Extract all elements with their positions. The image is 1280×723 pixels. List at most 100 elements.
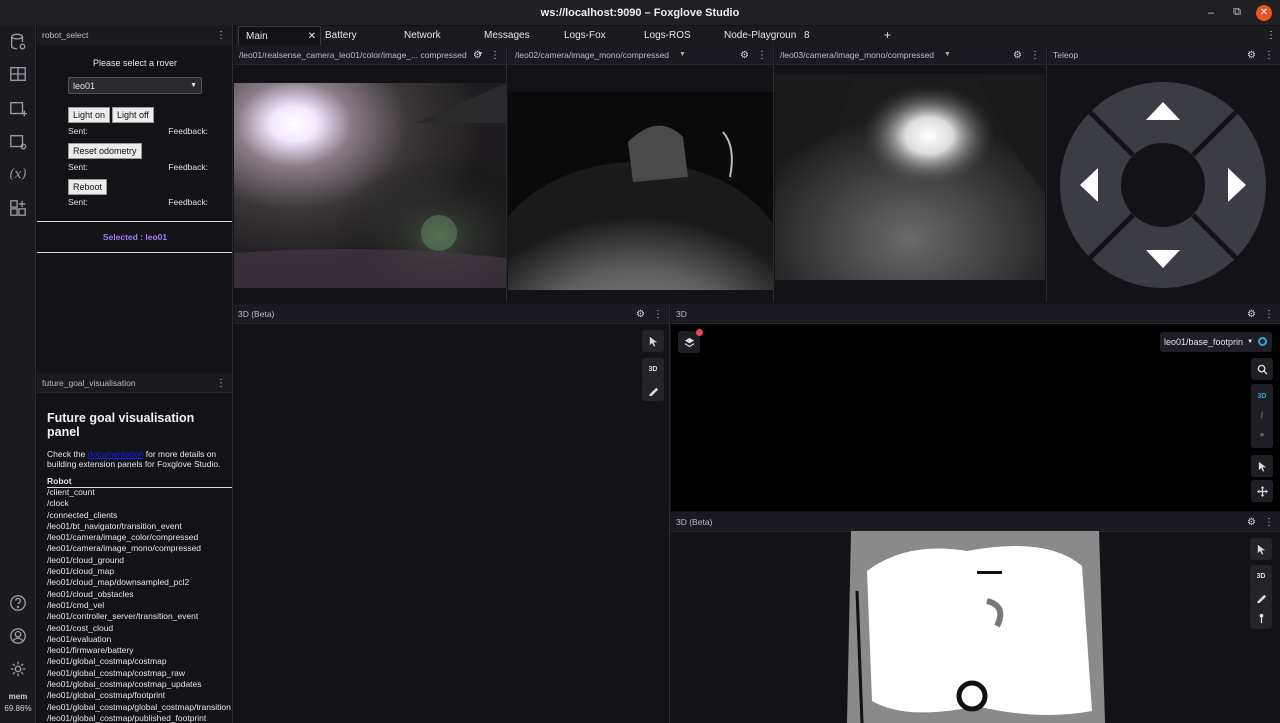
- tab-logs-fox[interactable]: Logs-Fox: [564, 26, 606, 45]
- more-icon[interactable]: ⋮: [757, 50, 767, 61]
- ruler-icon: [1256, 594, 1266, 603]
- tab-network[interactable]: Network: [404, 26, 441, 45]
- tab-main[interactable]: Main ✕: [238, 26, 321, 45]
- panel-title-bar: future_goal_visualisation ⋮: [37, 373, 232, 393]
- more-icon[interactable]: ⋮: [1264, 309, 1274, 320]
- future-goal-panel: future_goal_visualisation ⋮ Future goal …: [37, 373, 233, 723]
- topic-label[interactable]: /leo02/camera/image_mono/compressed: [515, 50, 669, 60]
- more-icon[interactable]: ⋮: [1030, 50, 1040, 61]
- 3d-toggle-button[interactable]: 3D: [1258, 393, 1267, 400]
- settings-gear-icon[interactable]: [8, 659, 28, 679]
- tab-label: Main: [246, 31, 268, 42]
- topic-list-item: /clock: [47, 498, 69, 509]
- more-icon[interactable]: ⋮: [653, 309, 663, 320]
- select-tool-button[interactable]: [642, 330, 664, 352]
- layouts-icon[interactable]: [8, 64, 28, 84]
- settings-icon[interactable]: ⚙: [1247, 517, 1256, 528]
- sent-label: Sent:: [68, 126, 88, 136]
- notification-dot: [696, 329, 703, 336]
- tab-messages[interactable]: Messages: [484, 26, 530, 45]
- variables-icon[interactable]: (x): [8, 164, 28, 184]
- add-tab-button[interactable]: +: [884, 26, 891, 45]
- settings-icon[interactable]: ⚙: [473, 50, 482, 61]
- more-icon[interactable]: ⋮: [216, 30, 226, 41]
- add-panel-icon[interactable]: [8, 99, 28, 119]
- robot-select-panel: robot_select ⋮ Please select a rover leo…: [37, 25, 233, 373]
- panel-title: 3D: [676, 308, 687, 319]
- ruler-icon[interactable]: /: [1261, 410, 1264, 420]
- help-icon[interactable]: [8, 593, 28, 613]
- close-window-button[interactable]: ✕: [1256, 4, 1272, 21]
- settings-icon[interactable]: ⚙: [636, 309, 645, 320]
- topic-list-item: /leo01/controller_server/transition_even…: [47, 611, 199, 622]
- search-button[interactable]: [1251, 358, 1273, 380]
- topic-list-item: /leo01/global_costmap/published_footprin…: [47, 712, 207, 723]
- panel-settings-icon[interactable]: [8, 132, 28, 152]
- reset-odometry-button[interactable]: Reset odometry: [68, 143, 142, 159]
- minimize-button[interactable]: –: [1204, 7, 1218, 19]
- panel-title: future_goal_visualisation: [42, 377, 136, 388]
- 3d-toggle-button[interactable]: 3D: [642, 358, 664, 380]
- 3d-toggle-button[interactable]: 3D: [1250, 565, 1272, 587]
- topic-list-item: /leo01/cloud_ground: [47, 554, 125, 565]
- topic-label[interactable]: /leo01/realsense_camera_leo01/color/imag…: [239, 50, 467, 60]
- chevron-down-icon: ▼: [1247, 339, 1254, 345]
- settings-icon[interactable]: ⚙: [1013, 50, 1022, 61]
- chevron-down-icon: ▼: [190, 82, 197, 89]
- chevron-down-icon[interactable]: ▼: [679, 51, 686, 58]
- panel-title-bar: 3D ⚙ ⋮: [671, 304, 1280, 324]
- frame-select[interactable]: leo01/base_footprin ▼: [1160, 332, 1272, 352]
- account-icon[interactable]: [8, 626, 28, 646]
- topic-list-item: /leo01/global_costmap/costmap: [47, 656, 167, 667]
- feedback-label: Feedback:: [168, 162, 208, 172]
- ruler-icon: [648, 387, 658, 396]
- light-off-button[interactable]: Light off: [112, 107, 154, 123]
- tab-battery[interactable]: Battery: [325, 26, 357, 45]
- extensions-icon[interactable]: [8, 198, 28, 218]
- tab-logs-ros[interactable]: Logs-ROS: [644, 26, 691, 45]
- topic-list-item: /leo01/bt_navigator/transition_event: [47, 520, 182, 531]
- chevron-down-icon[interactable]: ▼: [944, 51, 951, 58]
- more-icon[interactable]: ⋮: [216, 378, 226, 389]
- tab-8[interactable]: 8: [804, 26, 810, 45]
- select-tool-button[interactable]: [1251, 455, 1273, 477]
- settings-icon[interactable]: ⚙: [740, 50, 749, 61]
- pin-icon: [1259, 613, 1263, 623]
- camera-panel-1: /leo01/realsense_camera_leo01/color/imag…: [234, 45, 507, 302]
- tab-node-playground[interactable]: Node-Playgroun: [724, 26, 796, 45]
- data-source-icon[interactable]: [8, 32, 28, 52]
- pan-tool-button[interactable]: [1251, 480, 1273, 502]
- settings-icon[interactable]: ⚙: [1247, 50, 1256, 61]
- 3d-panel: 3D ⚙ ⋮ leo01/base_footprin ▼ 3D / ●: [671, 304, 1280, 511]
- publish-tool-button[interactable]: [1250, 607, 1272, 629]
- topic-list-item: /leo01/evaluation: [47, 633, 112, 644]
- more-icon[interactable]: ⋮: [1264, 50, 1274, 61]
- panel-title: robot_select: [42, 30, 89, 40]
- close-icon[interactable]: ✕: [308, 27, 316, 46]
- reboot-button[interactable]: Reboot: [68, 179, 108, 195]
- point-icon[interactable]: ●: [1260, 430, 1265, 439]
- camera-panel-3: /leo03/camera/image_mono/compressed ▼ ⚙ ⋮: [775, 45, 1047, 302]
- more-icon[interactable]: ⋮: [490, 50, 500, 61]
- future-goal-description: Check the documentation for more details…: [47, 449, 229, 469]
- rover-select[interactable]: leo01 ▼: [68, 77, 202, 94]
- select-tool-button[interactable]: [1250, 538, 1272, 560]
- settings-icon[interactable]: ⚙: [1247, 309, 1256, 320]
- light-on-button[interactable]: Light on: [68, 107, 111, 123]
- topic-list-item: /leo01/cloud_map/downsampled_pcl2: [47, 577, 190, 588]
- window-title: ws://localhost:9090 – Foxglove Studio: [540, 6, 740, 19]
- documentation-link[interactable]: documentation: [88, 449, 144, 459]
- restore-button[interactable]: ⧉: [1230, 6, 1244, 19]
- measure-tool-button[interactable]: [1250, 586, 1272, 608]
- topic-label[interactable]: /leo03/camera/image_mono/compressed: [780, 50, 934, 60]
- topic-list-item: /leo01/cloud_obstacles: [47, 588, 134, 599]
- more-icon[interactable]: ⋮: [1266, 26, 1276, 45]
- topic-list-item: /client_count: [47, 487, 95, 497]
- panel-title: Teleop: [1053, 49, 1079, 60]
- follow-icon[interactable]: [1258, 337, 1267, 346]
- measure-tool-button[interactable]: [642, 379, 664, 401]
- more-icon[interactable]: ⋮: [1264, 517, 1274, 528]
- panel-title-bar: robot_select ⋮: [37, 25, 232, 45]
- topic-list-item: /leo01/cmd_vel: [47, 599, 105, 610]
- cursor-icon: [1257, 544, 1265, 555]
